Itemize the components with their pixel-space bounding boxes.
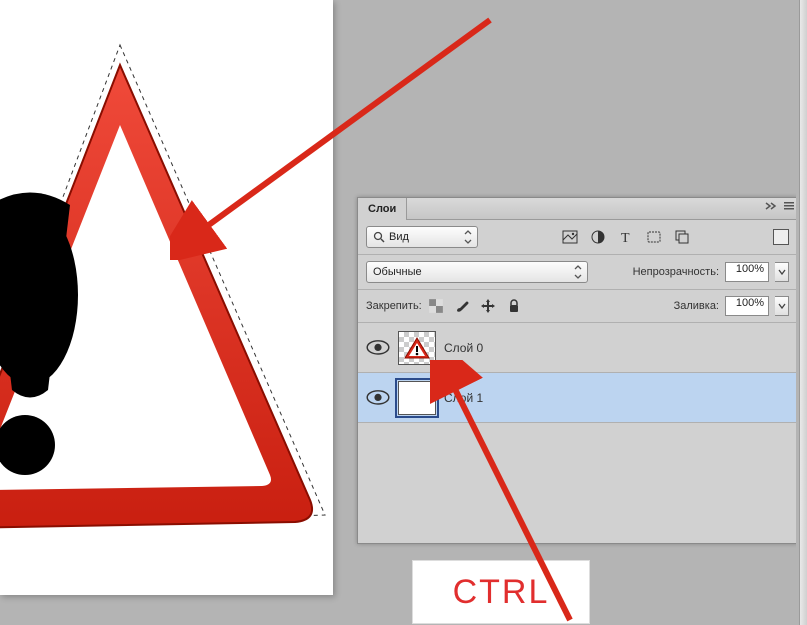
blend-row: Обычные Непрозрачность: 100% xyxy=(358,255,797,290)
smartobject-filter-icon[interactable] xyxy=(674,229,690,245)
fill-value: 100% xyxy=(736,297,764,309)
layer-name[interactable]: Слой 0 xyxy=(444,341,483,355)
layer-thumbnail[interactable] xyxy=(398,331,436,365)
layers-footer xyxy=(358,423,797,543)
opacity-input[interactable]: 100% xyxy=(725,262,769,282)
annotation-ctrl-text: CTRL xyxy=(453,573,550,612)
vertical-scrollbar[interactable] xyxy=(799,0,807,625)
shape-filter-icon[interactable] xyxy=(646,229,662,245)
tab-layers[interactable]: Слои xyxy=(358,198,407,220)
opacity-slider-toggle[interactable] xyxy=(775,262,789,282)
lock-row: Закрепить: Заливка: 100% xyxy=(358,290,797,323)
filter-row: Вид T xyxy=(358,220,797,255)
adjust-filter-icon[interactable] xyxy=(590,229,606,245)
lock-label: Закрепить: xyxy=(366,300,422,312)
document-canvas[interactable] xyxy=(0,0,333,595)
panel-menu-icon[interactable] xyxy=(783,200,795,212)
layer-row[interactable]: Слой 0 xyxy=(358,323,797,373)
blend-mode-select[interactable]: Обычные xyxy=(366,261,588,283)
filter-kind-label: Вид xyxy=(389,231,409,243)
fill-slider-toggle[interactable] xyxy=(775,296,789,316)
opacity-label: Непрозрачность: xyxy=(633,266,719,278)
annotation-ctrl-key: CTRL xyxy=(412,560,590,624)
filter-toggle[interactable] xyxy=(773,229,789,245)
svg-text:T: T xyxy=(621,231,630,245)
image-filter-icon[interactable] xyxy=(562,229,578,245)
lock-pixels-icon[interactable] xyxy=(428,298,444,314)
brush-icon[interactable] xyxy=(454,298,470,314)
blend-mode-label: Обычные xyxy=(373,266,422,278)
opacity-value: 100% xyxy=(736,263,764,275)
layer-name[interactable]: Слой 1 xyxy=(444,391,483,405)
layer-row[interactable]: Слой 1 xyxy=(358,373,797,423)
tab-label: Слои xyxy=(368,203,396,215)
collapse-icon[interactable] xyxy=(765,200,777,212)
fill-label: Заливка: xyxy=(674,300,719,312)
eye-icon[interactable] xyxy=(366,386,390,410)
layers-list: Слой 0 Слой 1 xyxy=(358,323,797,423)
search-icon xyxy=(373,231,385,243)
panel-tabbar: Слои xyxy=(358,198,797,220)
fill-input[interactable]: 100% xyxy=(725,296,769,316)
eye-icon[interactable] xyxy=(366,336,390,360)
layers-panel: Слои Вид T xyxy=(357,197,798,544)
warning-sign-graphic xyxy=(0,40,330,560)
type-filter-icon[interactable]: T xyxy=(618,229,634,245)
layer-thumbnail[interactable] xyxy=(398,381,436,415)
filter-kind-select[interactable]: Вид xyxy=(366,226,478,248)
lock-icon[interactable] xyxy=(506,298,522,314)
move-icon[interactable] xyxy=(480,298,496,314)
